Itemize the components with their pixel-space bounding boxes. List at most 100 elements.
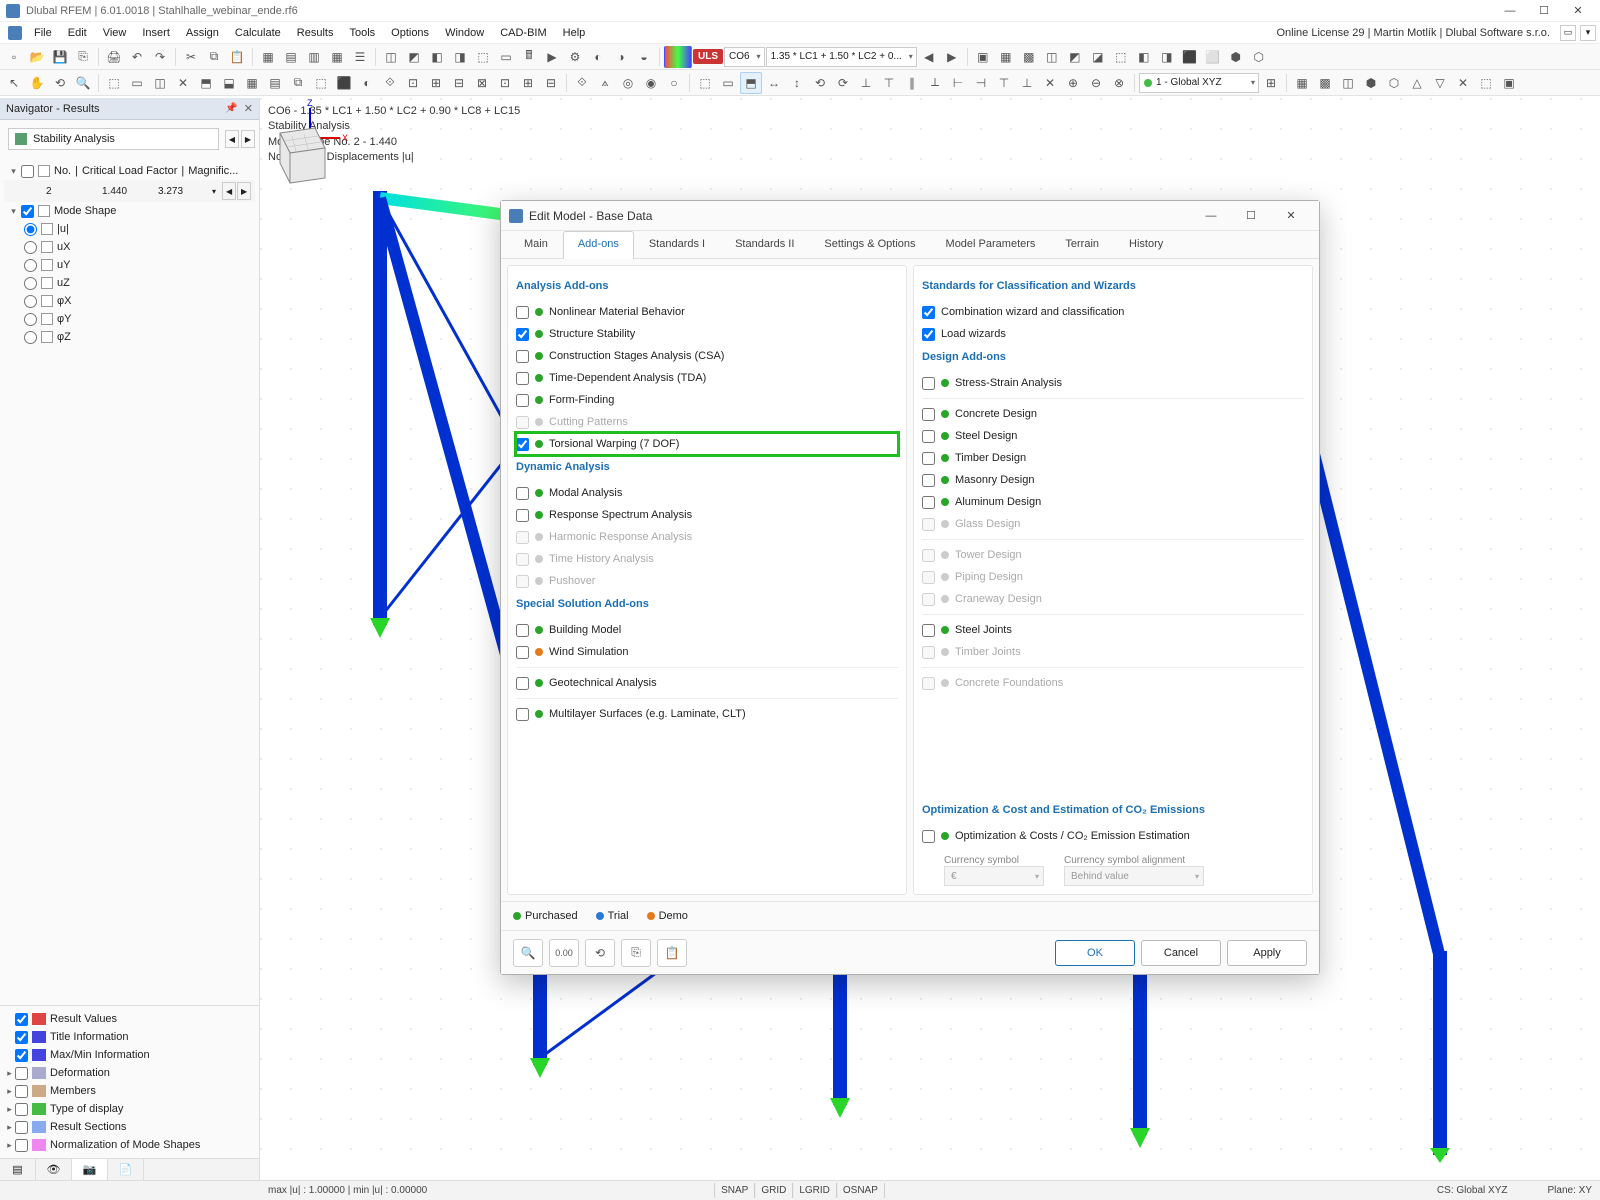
currency-combo[interactable]: € xyxy=(944,866,1044,886)
g1[interactable]: ▣ xyxy=(972,46,994,68)
i5[interactable]: ○ xyxy=(663,72,685,94)
run-icon[interactable]: ▶ xyxy=(541,46,563,68)
g11[interactable]: ⬜ xyxy=(1202,46,1224,68)
h3[interactable]: ◫ xyxy=(149,72,171,94)
dialog-title-bar[interactable]: Edit Model - Base Data — ☐ ✕ xyxy=(501,201,1319,231)
h12[interactable]: ◐ xyxy=(356,72,378,94)
mode-radio-φZ[interactable]: φZ xyxy=(4,328,255,346)
tab-main[interactable]: Main xyxy=(509,231,563,259)
saveall-icon[interactable]: ⎘ xyxy=(72,46,94,68)
nav-bottom-members[interactable]: ▸Members xyxy=(4,1082,255,1100)
pan-icon[interactable]: ✋ xyxy=(26,72,48,94)
h4[interactable]: ✕ xyxy=(172,72,194,94)
addon-check-masonry-design[interactable] xyxy=(922,474,935,487)
view-cube-icon[interactable] xyxy=(260,108,340,188)
t1[interactable]: ◫ xyxy=(380,46,402,68)
tab-addons[interactable]: Add-ons xyxy=(563,231,634,259)
t2[interactable]: ◩ xyxy=(403,46,425,68)
addon-check-steel-joints[interactable] xyxy=(922,624,935,637)
minimize-button[interactable]: — xyxy=(1494,1,1526,21)
layout-toggle-icon[interactable]: ▭ xyxy=(1560,25,1576,41)
k2[interactable]: ▦ xyxy=(1291,72,1313,94)
nav-bottom-result-sections[interactable]: ▸Result Sections xyxy=(4,1118,255,1136)
nav-bottom-deformation[interactable]: ▸Deformation xyxy=(4,1064,255,1082)
tab-standards-2[interactable]: Standards II xyxy=(720,231,809,259)
file-menu-icon[interactable] xyxy=(8,26,22,40)
zoom-icon[interactable]: 🔍 xyxy=(72,72,94,94)
h9[interactable]: ⧉ xyxy=(287,72,309,94)
j4[interactable]: ↕ xyxy=(786,72,808,94)
select-icon[interactable]: ↖ xyxy=(3,72,25,94)
h2[interactable]: ▭ xyxy=(126,72,148,94)
t9[interactable]: ◒ xyxy=(633,46,655,68)
addon-modal-analysis[interactable]: Modal Analysis xyxy=(516,482,898,504)
h17[interactable]: ⊠ xyxy=(471,72,493,94)
mode-radio-input-uX[interactable] xyxy=(24,241,37,254)
j3[interactable]: ↔ xyxy=(763,72,785,94)
addon-torsional-warping-7-dof-[interactable]: Torsional Warping (7 DOF) xyxy=(516,433,898,455)
table4-icon[interactable]: ▦ xyxy=(326,46,348,68)
table-icon[interactable]: ▦ xyxy=(257,46,279,68)
addon-check-building-model[interactable] xyxy=(516,624,529,637)
addon-building-model[interactable]: Building Model xyxy=(516,619,898,641)
h18[interactable]: ⊡ xyxy=(494,72,516,94)
addon-check-combination-wizard-and-classification[interactable] xyxy=(922,306,935,319)
menu-dropdown-icon[interactable]: ▾ xyxy=(1580,25,1596,41)
addon-check-optimization-costs-co-emission-estimation[interactable] xyxy=(922,830,935,843)
addon-check-aluminum-design[interactable] xyxy=(922,496,935,509)
tab-history[interactable]: History xyxy=(1114,231,1178,259)
h14[interactable]: ⊡ xyxy=(402,72,424,94)
k11[interactable]: ▣ xyxy=(1498,72,1520,94)
addon-combination-wizard-and-classification[interactable]: Combination wizard and classification xyxy=(922,301,1304,323)
h8[interactable]: ▤ xyxy=(264,72,286,94)
addon-check-torsional-warping-7-dof-[interactable] xyxy=(516,438,529,451)
g3[interactable]: ▩ xyxy=(1018,46,1040,68)
g6[interactable]: ◪ xyxy=(1087,46,1109,68)
addon-form-finding[interactable]: Form-Finding xyxy=(516,389,898,411)
h11[interactable]: ⬛ xyxy=(333,72,355,94)
t5[interactable]: ⬚ xyxy=(472,46,494,68)
menu-results[interactable]: Results xyxy=(289,25,342,41)
tool-4-icon[interactable]: ⎘ xyxy=(621,939,651,967)
addon-construction-stages-analysis-csa-[interactable]: Construction Stages Analysis (CSA) xyxy=(516,345,898,367)
h15[interactable]: ⊞ xyxy=(425,72,447,94)
addon-check-concrete-design[interactable] xyxy=(922,408,935,421)
analysis-type-combo[interactable]: Stability Analysis xyxy=(8,128,219,150)
k1[interactable]: ⊞ xyxy=(1260,72,1282,94)
cut-icon[interactable]: ✂ xyxy=(180,46,202,68)
mode-row-header-check[interactable] xyxy=(21,165,34,178)
nav-bottom-max-min-information[interactable]: Max/Min Information xyxy=(4,1046,255,1064)
addon-check-construction-stages-analysis-csa-[interactable] xyxy=(516,350,529,363)
new-icon[interactable]: ▫ xyxy=(3,46,25,68)
uls-badge[interactable]: ULS xyxy=(693,49,723,64)
j1[interactable]: ⬚ xyxy=(694,72,716,94)
settings-icon[interactable]: ⚙ xyxy=(564,46,586,68)
tab-settings-options[interactable]: Settings & Options xyxy=(809,231,930,259)
j7[interactable]: ⊥ xyxy=(855,72,877,94)
addon-optimization-costs-co-emission-estimation[interactable]: Optimization & Costs / CO₂ Emission Esti… xyxy=(922,825,1304,847)
coord-system-combo[interactable]: 1 - Global XYZ xyxy=(1139,73,1259,93)
addon-check-nonlinear-material-behavior[interactable] xyxy=(516,306,529,319)
k7[interactable]: △ xyxy=(1406,72,1428,94)
nav-bottom-type-of-display[interactable]: ▸Type of display xyxy=(4,1100,255,1118)
nav-bottom-title-information[interactable]: Title Information xyxy=(4,1028,255,1046)
load-case-combo[interactable]: CO6 xyxy=(724,47,765,67)
tab-standards-1[interactable]: Standards I xyxy=(634,231,720,259)
k3[interactable]: ▩ xyxy=(1314,72,1336,94)
open-icon[interactable]: 📂 xyxy=(26,46,48,68)
k10[interactable]: ⬚ xyxy=(1475,72,1497,94)
load-combo-long[interactable]: 1.35 * LC1 + 1.50 * LC2 + 0... xyxy=(766,47,917,67)
nav-bottom-normalization-of-mode-shapes[interactable]: ▸Normalization of Mode Shapes xyxy=(4,1136,255,1154)
tab-model-parameters[interactable]: Model Parameters xyxy=(931,231,1051,259)
addon-check-multilayer-surfaces-e-g-laminate-clt-[interactable] xyxy=(516,708,529,721)
h7[interactable]: ▦ xyxy=(241,72,263,94)
g5[interactable]: ◩ xyxy=(1064,46,1086,68)
j9[interactable]: ∥ xyxy=(901,72,923,94)
mode-data-row[interactable]: 2 1.440 3.273 ▾ ◀ ▶ xyxy=(4,180,255,202)
combo-next-icon[interactable]: ▶ xyxy=(241,130,255,148)
addon-aluminum-design[interactable]: Aluminum Design xyxy=(922,491,1304,513)
addon-stress-strain-analysis[interactable]: Stress-Strain Analysis xyxy=(922,372,1304,394)
alignment-combo[interactable]: Behind value xyxy=(1064,866,1204,886)
pin-icon[interactable]: 📌 xyxy=(225,103,237,114)
k4[interactable]: ◫ xyxy=(1337,72,1359,94)
